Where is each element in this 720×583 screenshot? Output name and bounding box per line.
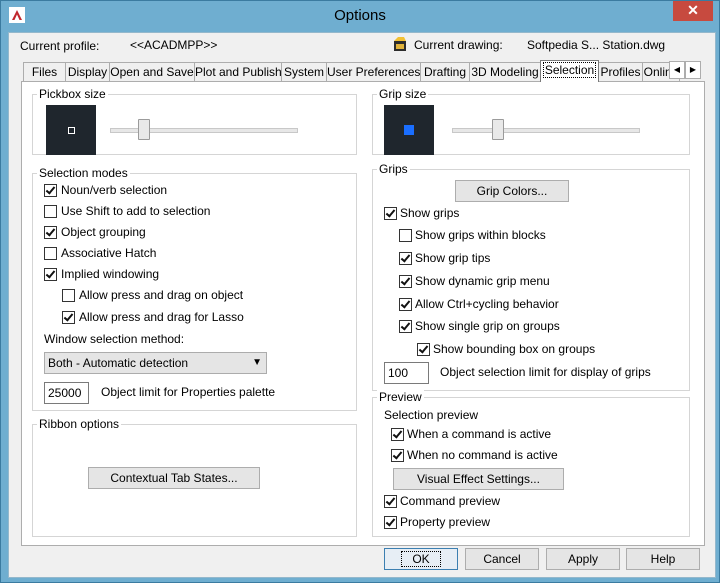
tab-display[interactable]: Display (65, 62, 110, 81)
grip-display-limit-input[interactable]: 100 (384, 362, 429, 384)
tab-3d-modeling[interactable]: 3D Modeling (469, 62, 541, 81)
tab-drafting[interactable]: Drafting (420, 62, 470, 81)
show-grip-tips-label: Show grip tips (415, 251, 491, 265)
show-grip-tips-checkbox[interactable] (399, 252, 412, 265)
bounding-box-on-groups-label: Show bounding box on groups (433, 342, 596, 356)
drawing-file-icon (392, 36, 408, 55)
grips-group: Grips Grip Colors... Show grips Show gri… (372, 162, 690, 391)
grip-size-preview (384, 105, 434, 155)
tab-profiles[interactable]: Profiles (598, 62, 643, 81)
command-preview-checkbox[interactable] (384, 495, 397, 508)
grip-size-title: Grip size (377, 87, 429, 101)
current-profile-label: Current profile: (20, 39, 100, 53)
show-grips-label: Show grips (400, 206, 460, 220)
options-dialog: Options ✕ Current profile: <<ACADMPP>> C… (0, 0, 720, 583)
ribbon-options-group: Ribbon options Contextual Tab States... (32, 417, 357, 537)
ribbon-options-title: Ribbon options (37, 417, 122, 431)
when-no-command-active-label: When no command is active (407, 448, 558, 462)
contextual-tab-states-button[interactable]: Contextual Tab States... (88, 467, 260, 489)
command-preview-label: Command preview (400, 494, 501, 508)
preview-title: Preview (377, 390, 424, 404)
selection-modes-title: Selection modes (37, 166, 130, 180)
preview-group: Preview Selection preview When a command… (372, 390, 690, 537)
object-grouping-checkbox[interactable] (44, 226, 57, 239)
help-button[interactable]: Help (626, 548, 700, 570)
pickbox-slider-thumb[interactable] (138, 119, 151, 140)
cancel-button[interactable]: Cancel (465, 548, 539, 570)
current-drawing-label: Current drawing: (414, 38, 503, 52)
grip-square (404, 125, 414, 135)
tab-scroll-right-icon[interactable]: ▶ (685, 61, 701, 79)
object-limit-label: Object limit for Properties palette (101, 385, 276, 399)
window-selection-method-value: Both - Automatic detection (48, 356, 189, 370)
pickbox-size-title: Pickbox size (37, 87, 108, 101)
grip-size-group: Grip size (372, 87, 690, 155)
tab-open-and-save[interactable]: Open and Save (109, 62, 195, 81)
window-selection-method-label: Window selection method: (44, 332, 185, 346)
selection-preview-label: Selection preview (384, 408, 479, 422)
implied-windowing-checkbox[interactable] (44, 268, 57, 281)
grip-size-slider-track[interactable] (452, 128, 640, 133)
single-grip-on-groups-label: Show single grip on groups (415, 319, 560, 333)
window-title: Options (334, 7, 386, 24)
associative-hatch-checkbox[interactable] (44, 247, 57, 260)
press-drag-object-label: Allow press and drag on object (79, 288, 244, 302)
press-drag-lasso-checkbox[interactable] (62, 311, 75, 324)
tab-selection[interactable]: Selection (540, 60, 599, 82)
object-limit-input[interactable]: 25000 (44, 382, 89, 404)
ok-button-label: OK (401, 551, 441, 567)
ok-button[interactable]: OK (384, 548, 458, 570)
ctrl-cycling-checkbox[interactable] (399, 298, 412, 311)
show-grips-within-blocks-label: Show grips within blocks (415, 228, 546, 242)
chevron-down-icon: ▼ (252, 357, 262, 368)
grips-title: Grips (377, 162, 410, 176)
show-grips-within-blocks-checkbox[interactable] (399, 229, 412, 242)
apply-button[interactable]: Apply (546, 548, 620, 570)
grip-colors-button[interactable]: Grip Colors... (455, 180, 569, 202)
when-command-active-checkbox[interactable] (391, 428, 404, 441)
press-drag-lasso-label: Allow press and drag for Lasso (79, 310, 244, 324)
tab-user-preferences[interactable]: User Preferences (326, 62, 421, 81)
tab-plot-and-publish[interactable]: Plot and Publish (194, 62, 282, 81)
single-grip-on-groups-checkbox[interactable] (399, 320, 412, 333)
tab-files[interactable]: Files (23, 62, 66, 81)
press-drag-object-checkbox[interactable] (62, 289, 75, 302)
tab-scroll-left-icon[interactable]: ◀ (669, 61, 685, 79)
use-shift-label: Use Shift to add to selection (61, 204, 211, 218)
tab-system[interactable]: System (281, 62, 327, 81)
selection-tab-panel: Pickbox size Grip size Selection modes N… (21, 81, 705, 546)
noun-verb-label: Noun/verb selection (61, 183, 168, 197)
property-preview-label: Property preview (400, 515, 491, 529)
ctrl-cycling-label: Allow Ctrl+cycling behavior (415, 297, 559, 311)
property-preview-checkbox[interactable] (384, 516, 397, 529)
window-selection-method-dropdown[interactable]: Both - Automatic detection ▼ (44, 352, 267, 374)
show-dynamic-grip-menu-checkbox[interactable] (399, 275, 412, 288)
bounding-box-on-groups-checkbox[interactable] (417, 343, 430, 356)
when-command-active-label: When a command is active (407, 427, 552, 441)
tab-selection-label: Selection (542, 62, 597, 78)
pickbox-size-group: Pickbox size (32, 87, 357, 155)
implied-windowing-label: Implied windowing (61, 267, 160, 281)
dialog-client-area: Current profile: <<ACADMPP>> Current dra… (8, 32, 716, 578)
selection-modes-group: Selection modes Noun/verb selection Use … (32, 166, 357, 411)
pickbox-square (68, 127, 75, 134)
show-grips-checkbox[interactable] (384, 207, 397, 220)
visual-effect-settings-button[interactable]: Visual Effect Settings... (393, 468, 564, 490)
use-shift-checkbox[interactable] (44, 205, 57, 218)
noun-verb-checkbox[interactable] (44, 184, 57, 197)
show-dynamic-grip-menu-label: Show dynamic grip menu (415, 274, 550, 288)
grip-display-limit-label: Object selection limit for display of gr… (440, 365, 651, 379)
when-no-command-active-checkbox[interactable] (391, 449, 404, 462)
title-bar[interactable]: Options ✕ (1, 1, 719, 31)
current-profile-value: <<ACADMPP>> (130, 38, 218, 52)
grip-size-slider-thumb[interactable] (492, 119, 505, 140)
pickbox-preview (46, 105, 96, 155)
object-grouping-label: Object grouping (61, 225, 146, 239)
close-button[interactable]: ✕ (673, 1, 713, 21)
current-drawing-value: Softpedia S... Station.dwg (527, 38, 666, 52)
associative-hatch-label: Associative Hatch (61, 246, 157, 260)
